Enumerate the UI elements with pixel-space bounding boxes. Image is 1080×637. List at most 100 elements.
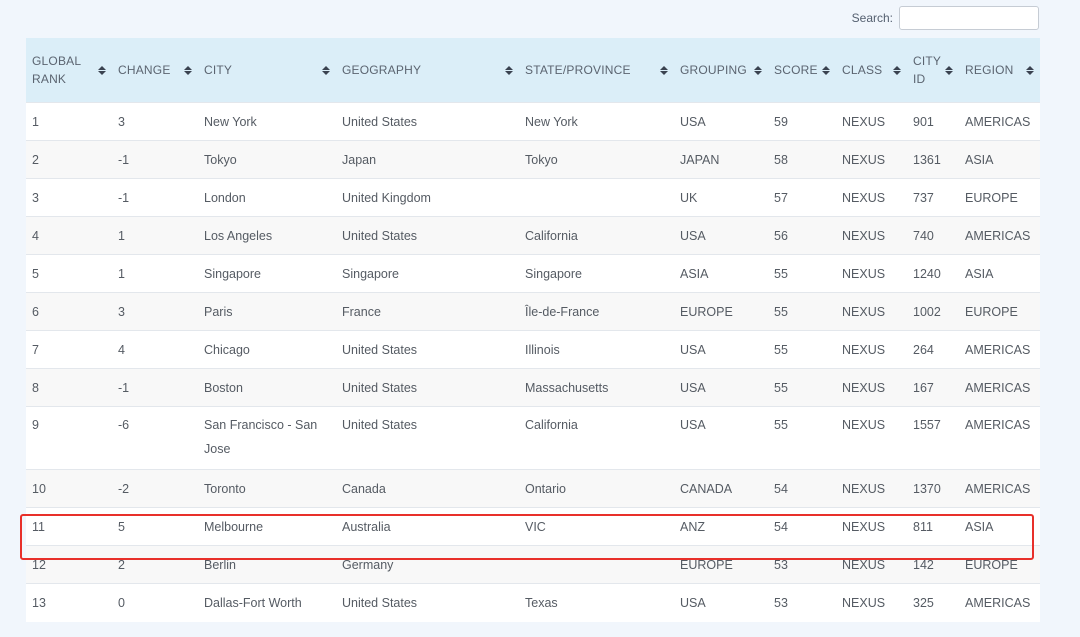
column-header-class[interactable]: CLASS — [836, 38, 907, 103]
table-row: 6 3 Paris France Île-de-France EUROPE 55 NEXUS 1… — [26, 292, 1040, 331]
search-input[interactable] — [899, 6, 1039, 30]
cell-city-id: 1370 — [907, 469, 959, 508]
sort-down-arrow-icon — [754, 70, 762, 75]
table-row: 9 -6 San Francisco - San Jose United States… — [26, 406, 1040, 470]
cell-change: 4 — [112, 330, 198, 369]
cell-geography: United States — [336, 406, 519, 470]
cell-grouping: ASIA — [674, 254, 768, 293]
column-header-rank[interactable]: GLOBAL RANK — [26, 38, 112, 103]
cell-city-id: 1557 — [907, 406, 959, 470]
cell-rank: 13 — [26, 583, 112, 622]
cell-region: AMERICAS — [959, 102, 1040, 141]
table-row: 10 -2 Toronto Canada Ontario CANADA 54 NEXUS 137… — [26, 469, 1040, 508]
cell-state: California — [519, 406, 674, 470]
cell-region: AMERICAS — [959, 406, 1040, 470]
cell-state: Tokyo — [519, 140, 674, 179]
cell-grouping: ANZ — [674, 507, 768, 546]
column-header-change[interactable]: CHANGE — [112, 38, 198, 103]
cell-city: Berlin — [198, 545, 336, 584]
column-header-label: CLASS — [842, 63, 883, 77]
sort-icon[interactable] — [660, 65, 668, 75]
cell-city-id: 325 — [907, 583, 959, 622]
column-header-inner: REGION — [965, 61, 1034, 79]
cell-region: AMERICAS — [959, 469, 1040, 508]
cell-grouping: USA — [674, 102, 768, 141]
cell-grouping: EUROPE — [674, 545, 768, 584]
cell-region: EUROPE — [959, 545, 1040, 584]
table-row: 11 5 Melbourne Australia VIC ANZ 54 NEXUS 811 ASI… — [26, 507, 1040, 546]
cell-grouping: EUROPE — [674, 292, 768, 331]
cell-score: 59 — [768, 102, 836, 141]
cell-city-id: 1361 — [907, 140, 959, 179]
cell-rank: 2 — [26, 140, 112, 179]
column-header-label: SCORE — [774, 63, 818, 77]
cell-change: 5 — [112, 507, 198, 546]
cell-region: AMERICAS — [959, 583, 1040, 622]
cell-change: 2 — [112, 545, 198, 584]
search-bar: Search: — [852, 6, 1039, 30]
cell-rank: 9 — [26, 406, 112, 470]
cell-rank: 11 — [26, 507, 112, 546]
cell-score: 54 — [768, 507, 836, 546]
column-header-city-id[interactable]: CITY ID — [907, 38, 959, 103]
cell-region: AMERICAS — [959, 368, 1040, 407]
column-header-inner: CLASS — [842, 61, 901, 79]
cell-grouping: USA — [674, 330, 768, 369]
cell-rank: 12 — [26, 545, 112, 584]
sort-icon[interactable] — [945, 65, 953, 75]
sort-down-arrow-icon — [945, 70, 953, 75]
column-header-city[interactable]: CITY — [198, 38, 336, 103]
column-header-label: GLOBAL RANK — [32, 54, 81, 86]
cell-city-id: 1240 — [907, 254, 959, 293]
table-row: 3 -1 London United Kingdom UK 57 NEXUS 737 EUROP… — [26, 178, 1040, 217]
cell-city-id: 167 — [907, 368, 959, 407]
cell-state — [519, 545, 674, 584]
cell-class: NEXUS — [836, 216, 907, 255]
cell-region: ASIA — [959, 254, 1040, 293]
cell-class: NEXUS — [836, 507, 907, 546]
column-header-inner: CITY ID — [913, 52, 953, 88]
sort-icon[interactable] — [754, 65, 762, 75]
sort-icon[interactable] — [98, 65, 106, 75]
cell-geography: United States — [336, 583, 519, 622]
cell-score: 53 — [768, 583, 836, 622]
sort-icon[interactable] — [893, 65, 901, 75]
cell-geography: Singapore — [336, 254, 519, 293]
cell-change: 3 — [112, 292, 198, 331]
cell-city-id: 737 — [907, 178, 959, 217]
column-header-region[interactable]: REGION — [959, 38, 1040, 103]
table-row: 13 0 Dallas-Fort Worth United States Texas US… — [26, 583, 1040, 622]
sort-icon[interactable] — [322, 65, 330, 75]
cell-city: San Francisco - San Jose — [198, 406, 336, 470]
column-header-state[interactable]: STATE/PROVINCE — [519, 38, 674, 103]
sort-down-arrow-icon — [1026, 70, 1034, 75]
column-header-label: GROUPING — [680, 63, 747, 77]
cell-class: NEXUS — [836, 545, 907, 584]
sort-icon[interactable] — [184, 65, 192, 75]
cell-city: Boston — [198, 368, 336, 407]
cell-city: Los Angeles — [198, 216, 336, 255]
sort-icon[interactable] — [822, 65, 830, 75]
column-header-grouping[interactable]: GROUPING — [674, 38, 768, 103]
table-row: 1 3 New York United States New York USA 59 NEXU… — [26, 102, 1040, 141]
cell-score: 55 — [768, 368, 836, 407]
cell-state — [519, 178, 674, 217]
sort-icon[interactable] — [1026, 65, 1034, 75]
cell-score: 54 — [768, 469, 836, 508]
table-row: 5 1 Singapore Singapore Singapore ASIA 55 NEXUS… — [26, 254, 1040, 293]
cell-class: NEXUS — [836, 469, 907, 508]
column-header-inner: CHANGE — [118, 61, 192, 79]
sort-icon[interactable] — [505, 65, 513, 75]
cell-change: 1 — [112, 254, 198, 293]
cell-score: 55 — [768, 254, 836, 293]
column-header-geography[interactable]: GEOGRAPHY — [336, 38, 519, 103]
table-row: 4 1 Los Angeles United States California USA 5… — [26, 216, 1040, 255]
cell-city: Paris — [198, 292, 336, 331]
cell-score: 55 — [768, 406, 836, 470]
cell-city-id: 1002 — [907, 292, 959, 331]
cell-region: AMERICAS — [959, 216, 1040, 255]
cell-city: Melbourne — [198, 507, 336, 546]
sort-up-arrow-icon — [822, 65, 830, 70]
cell-state: New York — [519, 102, 674, 141]
column-header-score[interactable]: SCORE — [768, 38, 836, 103]
